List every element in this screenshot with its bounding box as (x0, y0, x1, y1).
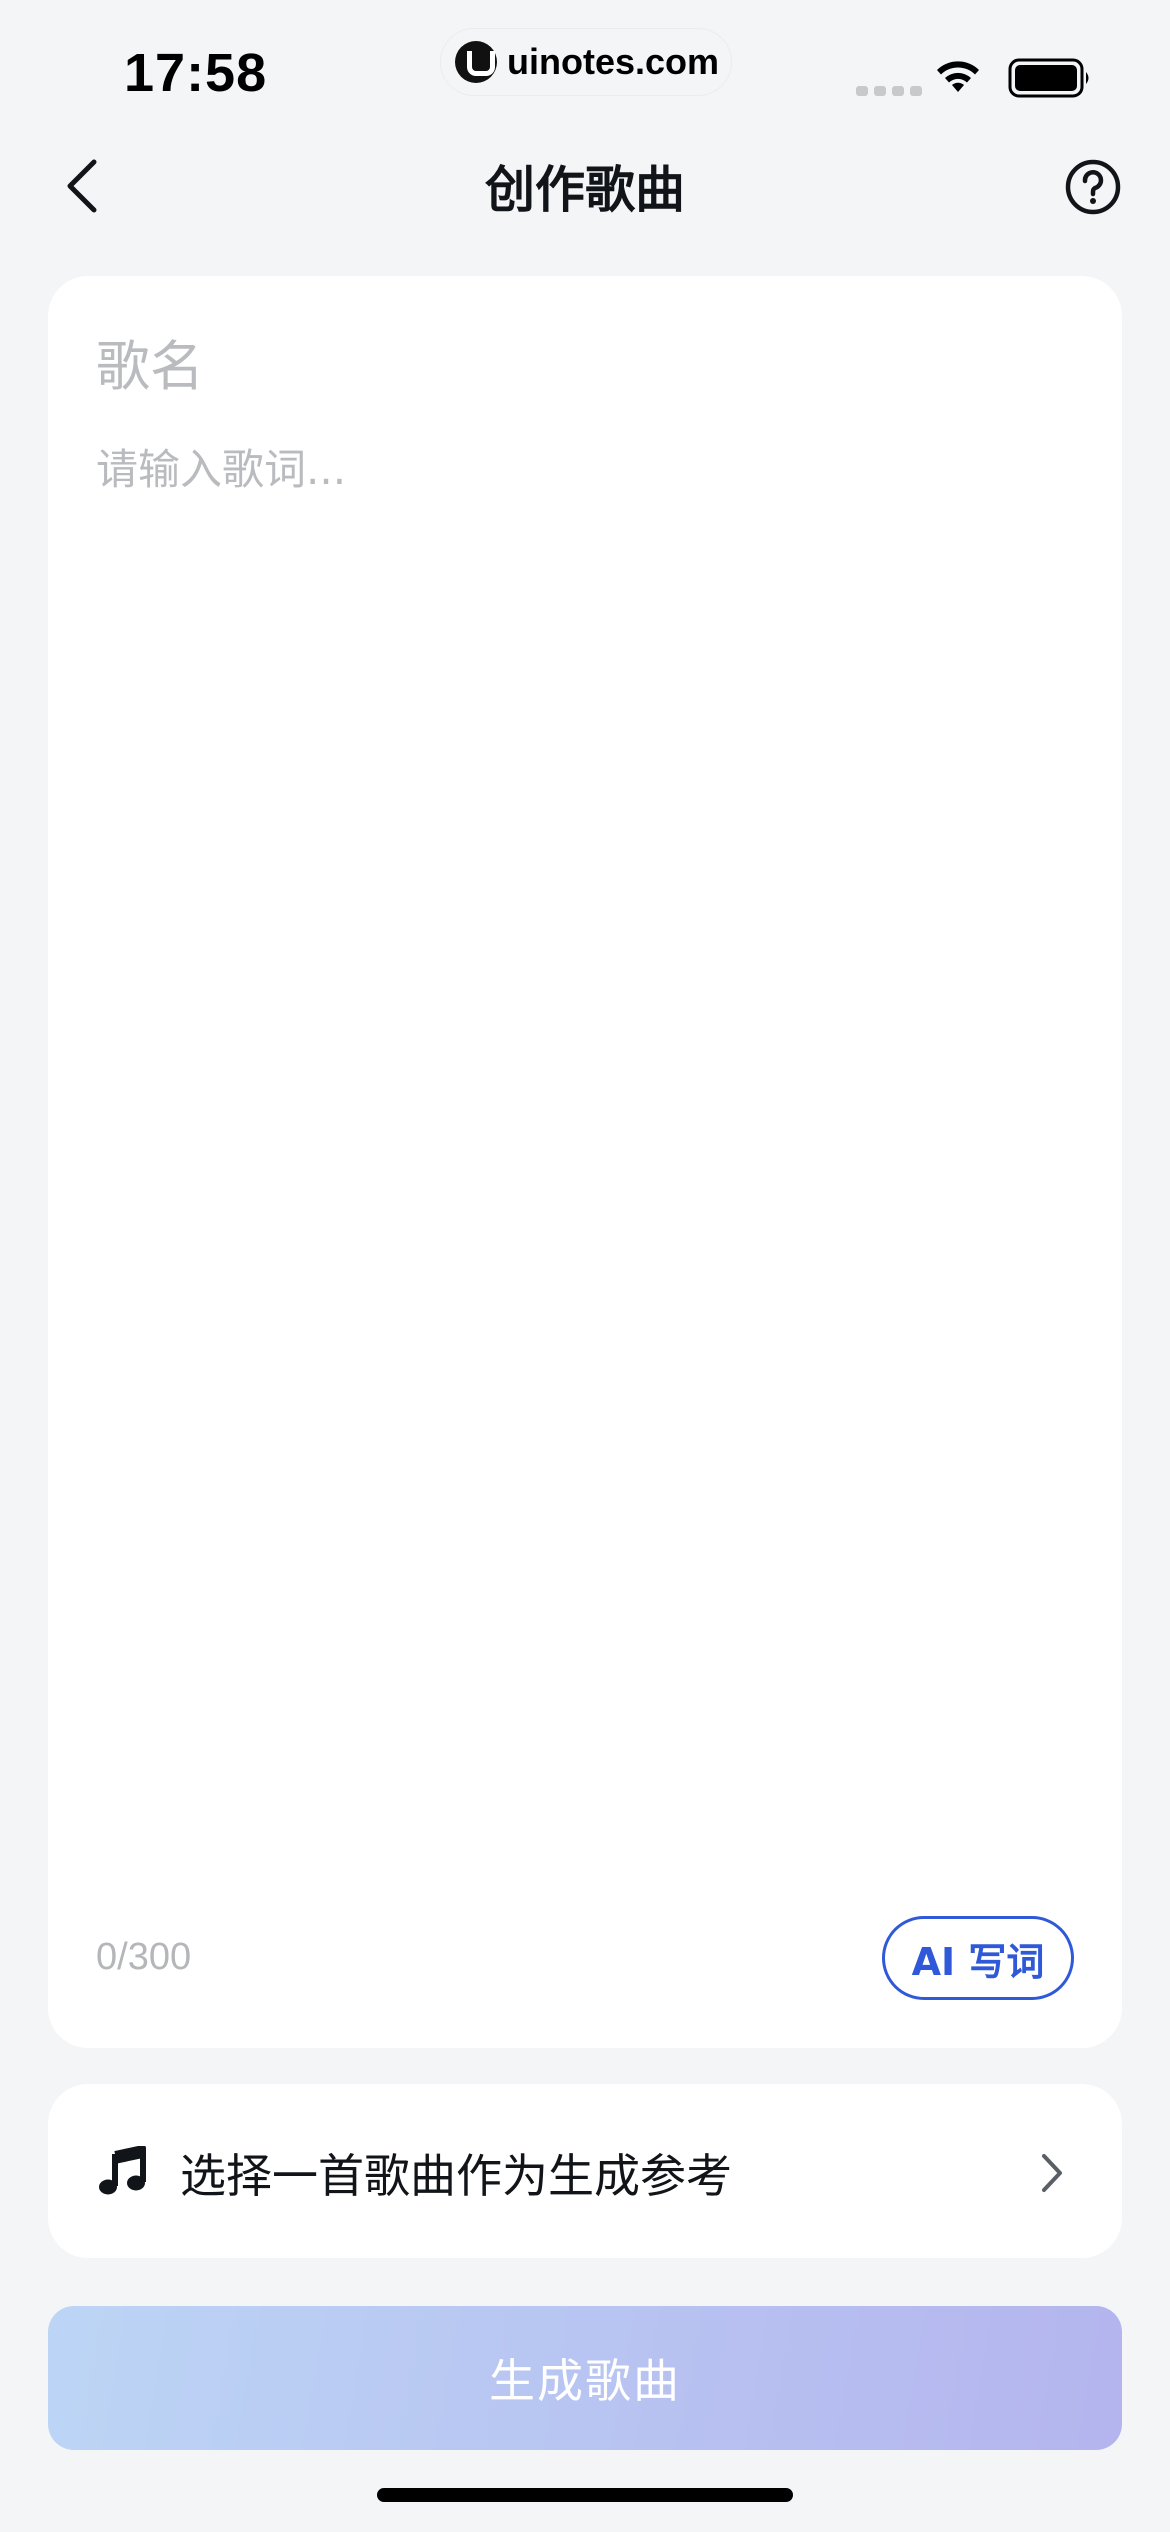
ai-write-lyrics-button[interactable]: AI 写词 (882, 1916, 1074, 2000)
lyrics-input[interactable] (96, 436, 1056, 1836)
ai-button-label: AI 写词 (911, 1939, 1045, 1984)
generate-button-label: 生成歌曲 (489, 2354, 681, 2408)
music-note-icon (99, 2146, 146, 2195)
char-count: 0/300 (96, 1936, 192, 1978)
url-pill[interactable]: uinotes.com (440, 28, 732, 96)
question-circle-icon (1065, 159, 1121, 215)
help-button[interactable] (1064, 158, 1122, 220)
status-bar: 17:58 uinotes.com (0, 0, 1170, 130)
generate-song-button[interactable]: 生成歌曲 (48, 2306, 1122, 2450)
site-logo-icon (455, 41, 497, 83)
lyrics-editor-card: 0/300 AI 写词 (48, 276, 1122, 2048)
home-indicator[interactable] (377, 2488, 793, 2502)
battery-icon (1008, 58, 1089, 98)
song-title-input[interactable] (96, 326, 1056, 406)
status-time: 17:58 (124, 43, 268, 103)
page-title: 创作歌曲 (485, 161, 685, 219)
select-reference-song-row[interactable]: 选择一首歌曲作为生成参考 (48, 2084, 1122, 2258)
chevron-right-icon (1042, 2154, 1062, 2192)
wifi-icon (937, 61, 979, 92)
cellular-signal-icon (856, 86, 922, 96)
url-text: uinotes.com (507, 41, 720, 82)
reference-song-label: 选择一首歌曲作为生成参考 (180, 2149, 732, 2203)
